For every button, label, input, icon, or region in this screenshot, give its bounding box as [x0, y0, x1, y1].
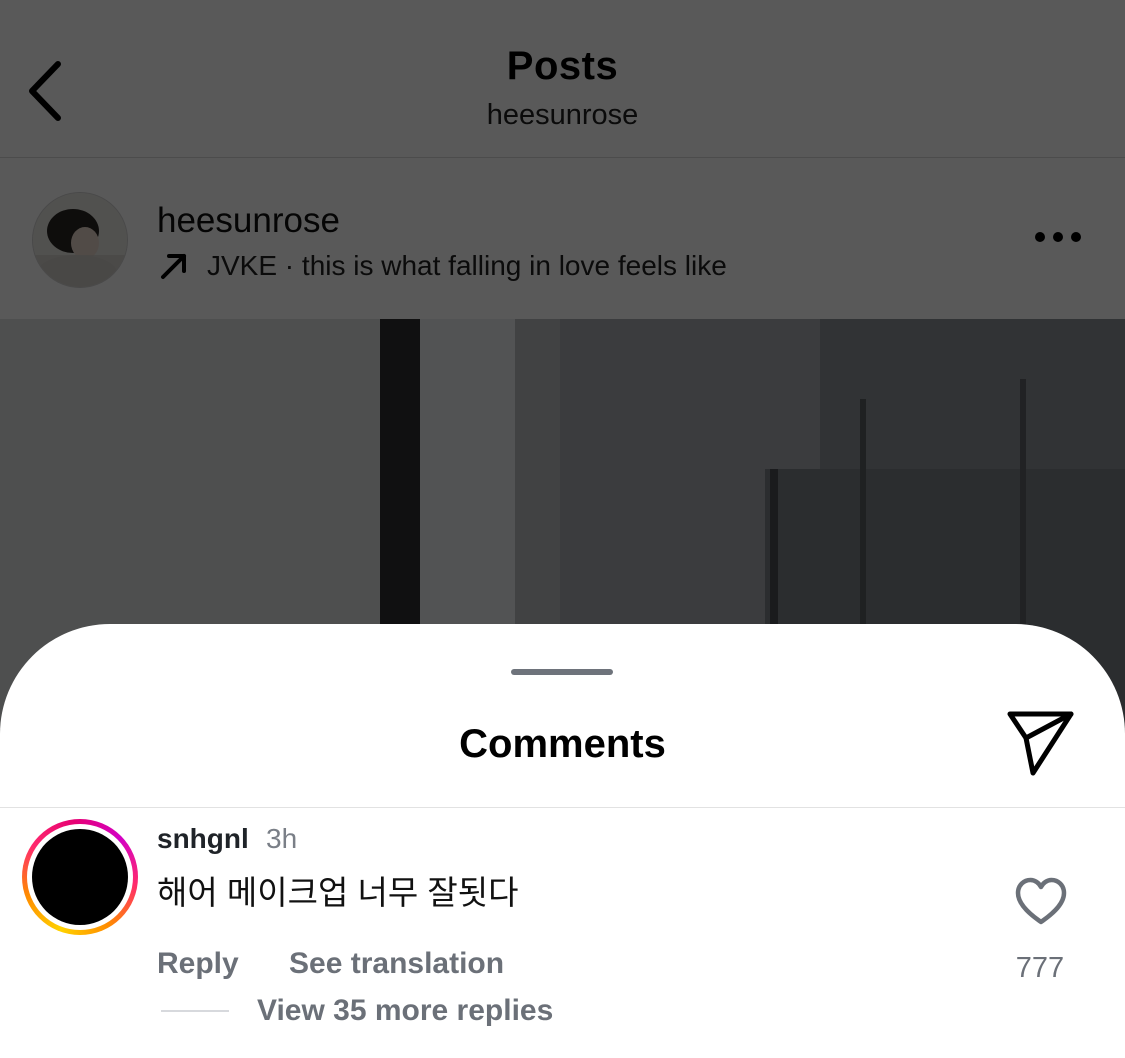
audio-label: JVKE · this is what falling in love feel… — [207, 250, 727, 281]
avatar-photo — [33, 193, 127, 287]
post-username[interactable]: heesunrose — [157, 201, 340, 241]
arrow-up-right-icon — [161, 254, 186, 279]
page-subtitle: heesunrose — [486, 99, 639, 131]
more-options-button[interactable] — [1030, 220, 1086, 254]
paper-plane-icon — [1007, 711, 1074, 776]
like-button[interactable] — [1013, 876, 1069, 928]
replies-divider-line — [161, 1010, 229, 1012]
sheet-divider — [0, 807, 1125, 808]
see-translation-button[interactable]: See translation — [289, 947, 504, 981]
avatar-image — [32, 829, 128, 925]
comment-text: 해어 메이크업 너무 잘됫다 — [157, 874, 519, 911]
post-avatar[interactable] — [32, 192, 128, 288]
like-count: 777 — [1015, 952, 1065, 984]
ellipsis-icon — [1035, 232, 1081, 242]
sheet-title: Comments — [459, 722, 666, 766]
reply-button[interactable]: Reply — [157, 947, 239, 981]
post-header: heesunrose JVKE · this is what falling i… — [0, 158, 1125, 319]
comment-username[interactable]: snhgnl — [157, 823, 249, 855]
comments-sheet: Comments snhgnl 3h 해어 메이크업 너무 잘됫다 777 Re… — [0, 624, 1125, 1058]
audio-link[interactable]: JVKE · this is what falling in love feel… — [157, 248, 727, 284]
sheet-drag-handle[interactable] — [511, 669, 613, 675]
top-navigation-bar: Posts heesunrose — [0, 0, 1125, 158]
view-more-replies-button[interactable]: View 35 more replies — [257, 994, 553, 1028]
page-title: Posts — [506, 44, 619, 88]
comment-timestamp: 3h — [266, 823, 298, 854]
avatar-ring-gap — [27, 824, 133, 930]
heart-outline-icon — [1015, 877, 1067, 925]
comment-avatar[interactable] — [22, 819, 138, 935]
share-button[interactable] — [1001, 706, 1081, 778]
